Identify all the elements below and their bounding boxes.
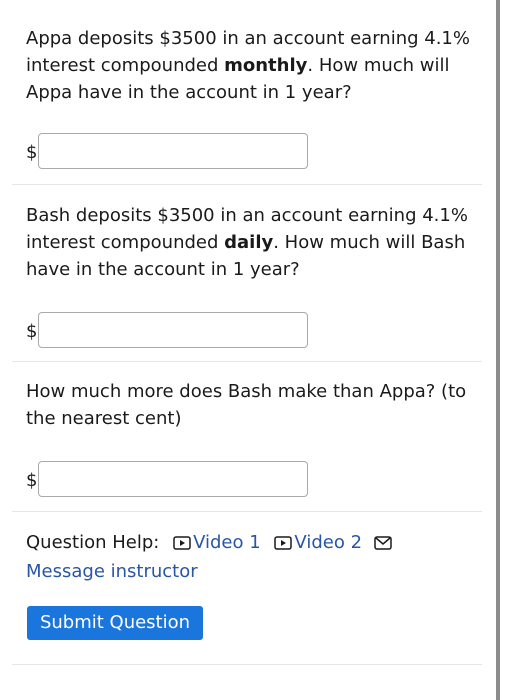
answer-row-1: $ xyxy=(26,133,316,173)
mail-icon[interactable] xyxy=(374,531,392,558)
question-help-label: Question Help: xyxy=(26,532,160,553)
answer-input-1[interactable] xyxy=(38,133,308,169)
video-2-link[interactable]: Video 2 xyxy=(294,532,362,553)
divider xyxy=(12,184,482,185)
answer-input-2[interactable] xyxy=(38,312,308,348)
answer-row-2: $ xyxy=(26,312,316,352)
divider xyxy=(12,511,482,512)
answer-row-3: $ xyxy=(26,461,316,501)
video-play-icon xyxy=(274,531,293,558)
message-instructor-link[interactable]: Message instructor xyxy=(26,561,198,582)
currency-symbol: $ xyxy=(26,321,38,342)
divider xyxy=(12,361,482,362)
question-1-emphasis: monthly xyxy=(224,55,308,76)
divider xyxy=(12,664,482,665)
question-help: Question Help: Video 1 Video 2 Message i… xyxy=(26,529,486,585)
submit-question-button[interactable]: Submit Question xyxy=(27,606,203,640)
question-1-text: Appa deposits $3500 in an account earnin… xyxy=(26,25,476,106)
question-3-text: How much more does Bash make than Appa? … xyxy=(26,381,467,429)
currency-symbol: $ xyxy=(26,142,38,163)
page-right-border xyxy=(496,0,500,700)
video-play-icon xyxy=(173,531,191,558)
video-1-link[interactable]: Video 1 xyxy=(193,532,261,553)
question-2-emphasis: daily xyxy=(224,232,274,253)
currency-symbol: $ xyxy=(26,470,38,491)
answer-input-3[interactable] xyxy=(38,461,308,497)
question-2-text: Bash deposits $3500 in an account earnin… xyxy=(26,202,476,283)
